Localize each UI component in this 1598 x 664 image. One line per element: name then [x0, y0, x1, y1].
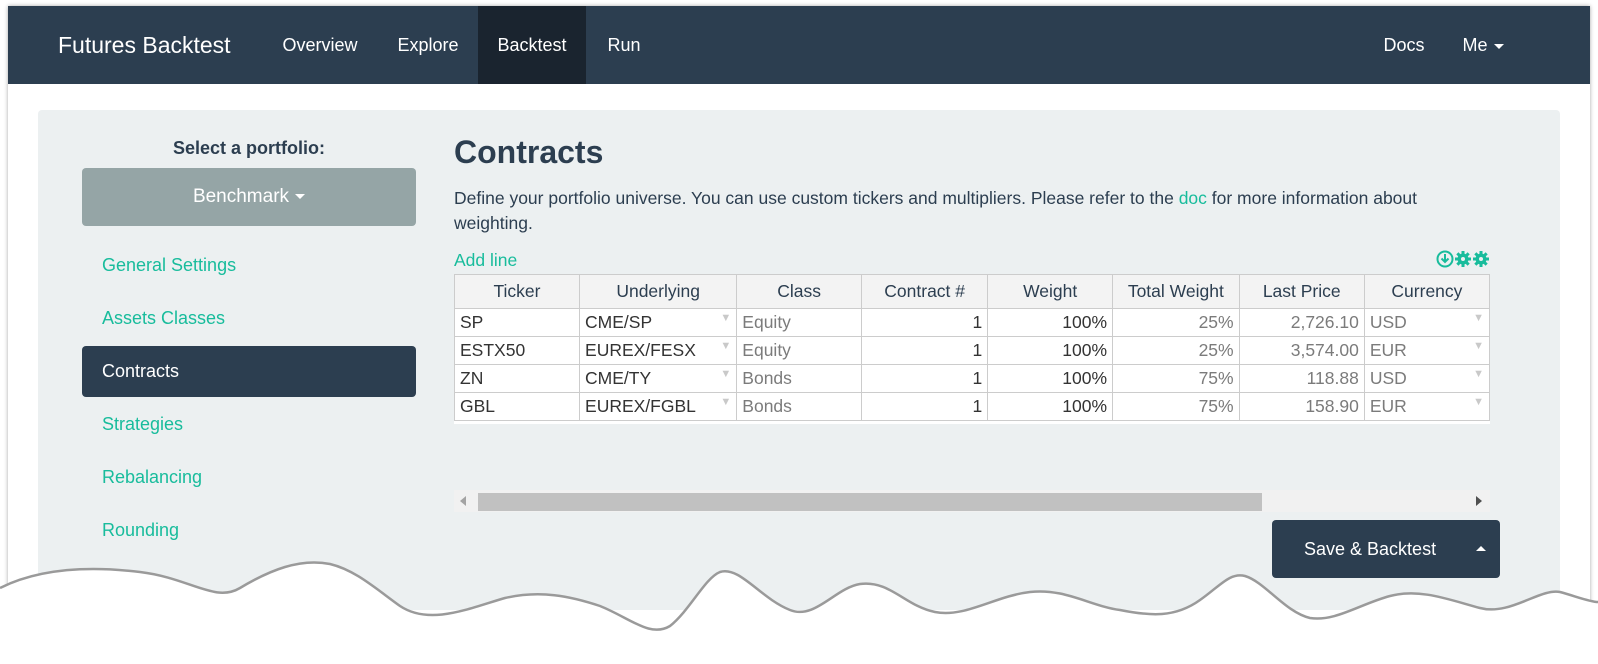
underlying-cell[interactable]: ▼ CME/SP	[579, 308, 738, 337]
ticker-cell[interactable]: ZN	[454, 364, 581, 393]
weight-cell[interactable]: 100%	[987, 364, 1114, 393]
class-cell[interactable]: Equity	[736, 308, 863, 337]
ticker-cell[interactable]: ESTX50	[454, 336, 581, 365]
scroll-left-icon[interactable]	[460, 496, 466, 506]
total-weight-cell: 75%	[1112, 392, 1240, 421]
doc-link[interactable]: doc	[1179, 188, 1207, 208]
dropdown-arrow-icon[interactable]: ▼	[720, 368, 731, 380]
sidebar-item-general-settings[interactable]: General Settings	[82, 240, 416, 291]
portfolio-dropdown[interactable]: Benchmark	[82, 168, 416, 226]
navbar: Futures Backtest Overview Explore Backte…	[8, 6, 1590, 84]
nav-run[interactable]: Run	[592, 6, 656, 84]
contract-count-cell[interactable]: 1	[861, 336, 989, 365]
nav-overview[interactable]: Overview	[266, 6, 374, 84]
add-line-link[interactable]: Add line	[454, 250, 517, 271]
sidebar-item-contracts[interactable]: Contracts	[82, 346, 416, 397]
caret-down-icon	[1493, 43, 1504, 49]
sidebar-item-assets-classes[interactable]: Assets Classes	[82, 293, 416, 344]
column-header-contract-count[interactable]: Contract #	[861, 274, 989, 309]
nav-backtest[interactable]: Backtest	[478, 6, 586, 84]
sidebar-item-strategies[interactable]: Strategies	[82, 399, 416, 450]
scrollbar-thumb[interactable]	[478, 493, 1262, 511]
currency-cell[interactable]: ▼ USD	[1363, 308, 1490, 337]
contracts-grid: Ticker Underlying Class Contract # Weigh…	[454, 274, 1490, 421]
underlying-cell[interactable]: ▼ CME/TY	[579, 364, 738, 393]
table-tools	[1436, 250, 1489, 268]
weight-cell[interactable]: 100%	[987, 392, 1114, 421]
currency-cell[interactable]: ▼ USD	[1363, 364, 1490, 393]
column-header-last-price[interactable]: Last Price	[1238, 274, 1365, 309]
caret-down-icon	[295, 194, 306, 200]
dropdown-arrow-icon[interactable]: ▼	[720, 396, 731, 408]
weight-cell[interactable]: 100%	[987, 336, 1114, 365]
column-header-total-weight[interactable]: Total Weight	[1112, 274, 1240, 309]
last-price-cell: 158.90	[1238, 392, 1365, 421]
portfolio-name: Benchmark	[192, 186, 290, 207]
horizontal-scrollbar[interactable]	[454, 490, 1490, 512]
currency-value: EUR	[1369, 340, 1407, 360]
currency-cell[interactable]: ▼ EUR	[1363, 392, 1490, 421]
download-icon[interactable]	[1436, 250, 1454, 268]
last-price-cell: 118.88	[1238, 364, 1365, 393]
torn-edge-decoration	[0, 561, 1598, 664]
ticker-cell[interactable]: SP	[454, 308, 581, 337]
scroll-right-icon[interactable]	[1476, 496, 1482, 506]
table-row: SP ▼ CME/SP Equity 1 100% 25% 2,726.10 ▼ U…	[454, 308, 1490, 337]
dropdown-arrow-icon[interactable]: ▼	[720, 340, 731, 352]
column-header-weight[interactable]: Weight	[987, 274, 1114, 309]
underlying-value: CME/TY	[585, 368, 652, 388]
currency-value: EUR	[1369, 396, 1407, 416]
column-header-ticker[interactable]: Ticker	[454, 274, 581, 309]
weight-cell[interactable]: 100%	[987, 308, 1114, 337]
class-cell[interactable]: Bonds	[736, 364, 863, 393]
contract-count-cell[interactable]: 1	[861, 392, 989, 421]
underlying-cell[interactable]: ▼ EUREX/FESX	[579, 336, 738, 365]
content-panel: Select a portfolio: Benchmark General Se…	[38, 110, 1560, 610]
dropdown-arrow-icon[interactable]: ▼	[1473, 396, 1484, 408]
gear-icon[interactable]	[1455, 251, 1471, 267]
sidebar-item-rebalancing[interactable]: Rebalancing	[82, 452, 416, 503]
dropdown-arrow-icon[interactable]: ▼	[1473, 368, 1484, 380]
page-description: Define your portfolio universe. You can …	[454, 186, 1484, 236]
nav-docs[interactable]: Docs	[1370, 6, 1438, 84]
dropdown-arrow-icon[interactable]: ▼	[1473, 340, 1484, 352]
column-header-currency[interactable]: Currency	[1363, 274, 1490, 309]
nav-explore[interactable]: Explore	[384, 6, 472, 84]
column-header-underlying[interactable]: Underlying	[579, 274, 738, 309]
underlying-value: EUREX/FGBL	[585, 396, 696, 416]
last-price-cell: 3,574.00	[1238, 336, 1365, 365]
contracts-table: Ticker Underlying Class Contract # Weigh…	[454, 274, 1490, 424]
class-cell[interactable]: Bonds	[736, 392, 863, 421]
last-price-cell: 2,726.10	[1238, 308, 1365, 337]
brand-logo[interactable]: Futures Backtest	[58, 6, 231, 84]
page-title: Contracts	[454, 134, 604, 170]
total-weight-cell: 75%	[1112, 364, 1240, 393]
underlying-value: EUREX/FESX	[585, 340, 696, 360]
ticker-cell[interactable]: GBL	[454, 392, 581, 421]
column-header-class[interactable]: Class	[736, 274, 863, 309]
select-portfolio-label: Select a portfolio:	[172, 138, 325, 158]
table-row: ESTX50 ▼ EUREX/FESX Equity 1 100% 25% 3,5…	[454, 336, 1490, 365]
total-weight-cell: 25%	[1112, 308, 1240, 337]
table-header-row: Ticker Underlying Class Contract # Weigh…	[454, 274, 1490, 309]
currency-value: USD	[1369, 368, 1407, 388]
total-weight-cell: 25%	[1112, 336, 1240, 365]
contract-count-cell[interactable]: 1	[861, 308, 989, 337]
underlying-cell[interactable]: ▼ EUREX/FGBL	[579, 392, 738, 421]
dropdown-arrow-icon[interactable]: ▼	[1473, 312, 1484, 324]
table-row: ZN ▼ CME/TY Bonds 1 100% 75% 118.88 ▼ USD	[454, 364, 1490, 393]
currency-cell[interactable]: ▼ EUR	[1363, 336, 1490, 365]
contract-count-cell[interactable]: 1	[861, 364, 989, 393]
table-row: GBL ▼ EUREX/FGBL Bonds 1 100% 75% 158.90 …	[454, 392, 1490, 421]
underlying-value: CME/SP	[585, 312, 653, 332]
dropdown-arrow-icon[interactable]: ▼	[720, 312, 731, 324]
user-menu-dropdown[interactable]: Me	[1448, 6, 1518, 84]
gear-icon[interactable]	[1473, 251, 1489, 267]
currency-value: USD	[1369, 312, 1407, 332]
user-menu-label: Me	[1462, 35, 1488, 55]
description-text: Define your portfolio universe. You can …	[454, 188, 1179, 208]
class-cell[interactable]: Equity	[736, 336, 863, 365]
